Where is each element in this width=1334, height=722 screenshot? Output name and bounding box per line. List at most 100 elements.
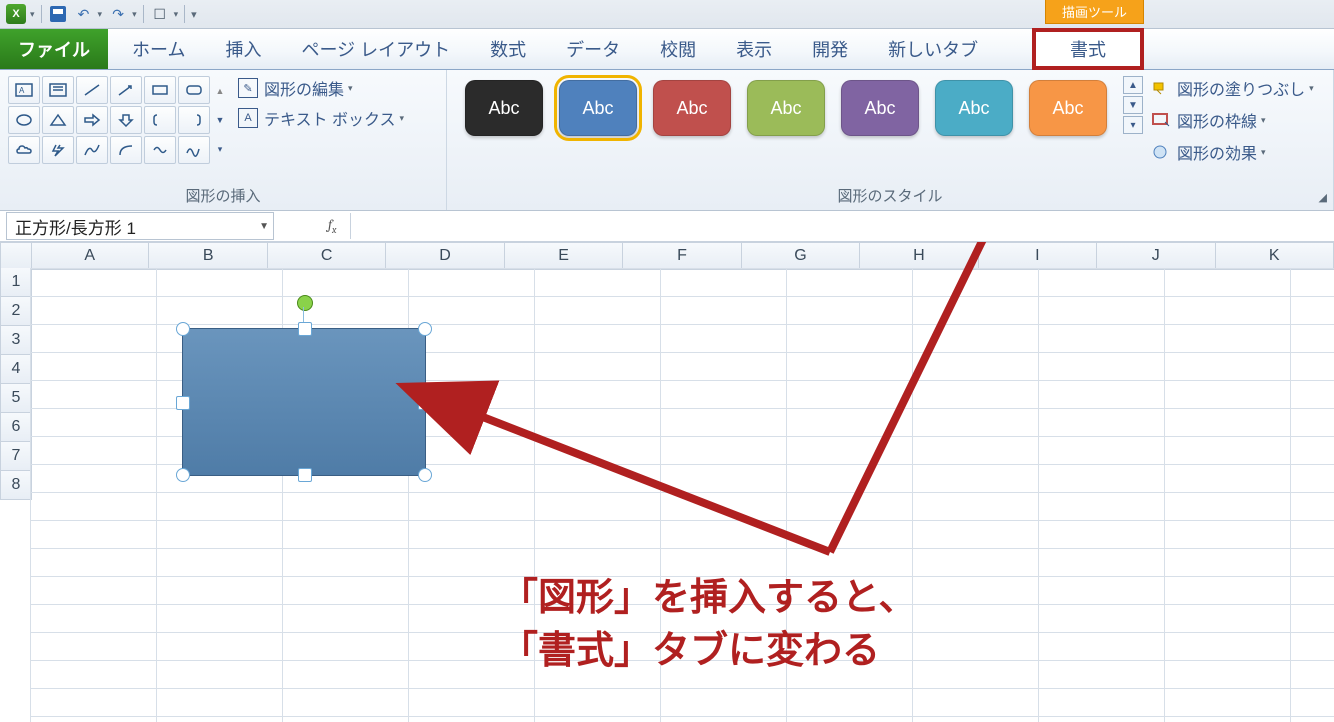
- tab-file[interactable]: ファイル: [0, 29, 108, 69]
- shape-bracket[interactable]: [144, 106, 176, 134]
- tab-home[interactable]: ホーム: [112, 29, 205, 69]
- row-header[interactable]: 5: [0, 384, 32, 413]
- shape-style-swatch[interactable]: Abc: [559, 80, 637, 136]
- row-header[interactable]: 2: [0, 297, 32, 326]
- resize-handle-w[interactable]: [176, 396, 190, 410]
- tab-formulas[interactable]: 数式: [470, 29, 546, 69]
- shape-style-swatch[interactable]: Abc: [935, 80, 1013, 136]
- gallery-more-button[interactable]: ▾: [1123, 116, 1143, 134]
- tab-page-layout[interactable]: ページ レイアウト: [281, 29, 470, 69]
- separator: [143, 5, 144, 23]
- column-header[interactable]: E: [505, 242, 623, 270]
- redo-dropdown-icon[interactable]: ▾: [132, 9, 137, 20]
- row-header[interactable]: 7: [0, 442, 32, 471]
- redo-button[interactable]: ↷: [108, 4, 128, 24]
- shape-arc[interactable]: [110, 136, 142, 164]
- gallery-scroll: ▲ ▼ ▾: [1123, 76, 1143, 134]
- shape-triangle[interactable]: [42, 106, 74, 134]
- tab-review[interactable]: 校閲: [640, 29, 716, 69]
- shape-style-swatch[interactable]: Abc: [1029, 80, 1107, 136]
- shape-scribble[interactable]: [178, 136, 210, 164]
- shape-rect[interactable]: [144, 76, 176, 104]
- shape-style-swatch[interactable]: Abc: [841, 80, 919, 136]
- tab-insert[interactable]: 挿入: [205, 29, 281, 69]
- column-header[interactable]: K: [1216, 242, 1334, 270]
- shape-right-arrow[interactable]: [76, 106, 108, 134]
- shape-line[interactable]: [76, 76, 108, 104]
- chevron-down-icon: ▾: [1309, 83, 1314, 94]
- resize-handle-n[interactable]: [298, 322, 312, 336]
- column-header[interactable]: G: [742, 242, 860, 270]
- shape-outline-button[interactable]: 図形の枠線 ▾: [1151, 108, 1314, 132]
- tab-data[interactable]: データ: [546, 29, 640, 69]
- fx-icon[interactable]: fx: [328, 216, 336, 236]
- column-header[interactable]: F: [623, 242, 741, 270]
- shape-style-swatch[interactable]: Abc: [747, 80, 825, 136]
- select-all-corner[interactable]: [0, 242, 32, 270]
- undo-dropdown-icon[interactable]: ▾: [98, 9, 103, 20]
- gallery-scroll-up[interactable]: ▲: [1123, 76, 1143, 94]
- column-header[interactable]: I: [979, 242, 1097, 270]
- resize-handle-e[interactable]: [418, 396, 432, 410]
- shape-fill-button[interactable]: 図形の塗りつぶし ▾: [1151, 76, 1314, 100]
- qat-dropdown-icon[interactable]: ▾: [30, 9, 35, 20]
- row-header[interactable]: 1: [0, 268, 32, 297]
- formula-input[interactable]: [350, 213, 1334, 239]
- row-header[interactable]: 6: [0, 413, 32, 442]
- shape-curve[interactable]: [76, 136, 108, 164]
- separator: [184, 5, 185, 23]
- shapes-scroll-down[interactable]: ▼: [212, 115, 228, 125]
- resize-handle-ne[interactable]: [418, 322, 432, 336]
- shape-down-arrow[interactable]: [110, 106, 142, 134]
- resize-handle-se[interactable]: [418, 468, 432, 482]
- shapes-more[interactable]: ▾: [212, 144, 228, 155]
- qat-extra-button[interactable]: ☐: [150, 4, 170, 24]
- tab-view[interactable]: 表示: [716, 29, 792, 69]
- column-header[interactable]: B: [149, 242, 267, 270]
- formula-bar: 正方形/長方形 1 ▼ fx: [0, 211, 1334, 242]
- shape-style-swatch[interactable]: Abc: [653, 80, 731, 136]
- rotation-handle[interactable]: [297, 295, 313, 311]
- column-header[interactable]: C: [268, 242, 386, 270]
- shape-rounded-rect[interactable]: [178, 76, 210, 104]
- row-header[interactable]: 4: [0, 355, 32, 384]
- qat-extra-dropdown-icon[interactable]: ▾: [174, 9, 179, 20]
- resize-handle-sw[interactable]: [176, 468, 190, 482]
- qat-customize-icon[interactable]: ▾: [191, 8, 197, 21]
- tab-format[interactable]: 書式: [1032, 28, 1144, 70]
- text-box-button[interactable]: A テキスト ボックス ▾: [238, 106, 404, 130]
- edit-shape-button[interactable]: ✎ 図形の編集 ▾: [238, 76, 404, 100]
- column-header[interactable]: H: [860, 242, 978, 270]
- shape-freeform[interactable]: [144, 136, 176, 164]
- shape-oval[interactable]: [8, 106, 40, 134]
- shape-effects-button[interactable]: 図形の効果 ▾: [1151, 140, 1314, 164]
- inserted-rectangle-shape[interactable]: [182, 328, 426, 476]
- name-box[interactable]: 正方形/長方形 1 ▼: [6, 212, 274, 240]
- shape-brace[interactable]: [178, 106, 210, 134]
- svg-text:A: A: [19, 86, 25, 95]
- text-box-icon: A: [238, 108, 258, 128]
- name-box-dropdown-icon[interactable]: ▼: [259, 221, 269, 232]
- column-header[interactable]: D: [386, 242, 504, 270]
- shape-style-swatch[interactable]: Abc: [465, 80, 543, 136]
- tab-new[interactable]: 新しいタブ: [868, 29, 998, 69]
- shape-arrow-line[interactable]: [110, 76, 142, 104]
- column-header[interactable]: J: [1097, 242, 1215, 270]
- shape-lightning[interactable]: [42, 136, 74, 164]
- resize-handle-s[interactable]: [298, 468, 312, 482]
- worksheet[interactable]: ABCDEFGHIJK 12345678 「図形」を挿入すると、 「書式」タブに…: [0, 242, 1334, 722]
- shape-textbox-vert[interactable]: [42, 76, 74, 104]
- save-button[interactable]: [48, 4, 68, 24]
- shapes-scroll-up[interactable]: ▲: [212, 86, 228, 96]
- shape-textbox[interactable]: A: [8, 76, 40, 104]
- tab-dev[interactable]: 開発: [792, 29, 868, 69]
- row-header[interactable]: 3: [0, 326, 32, 355]
- gallery-scroll-down[interactable]: ▼: [1123, 96, 1143, 114]
- dialog-launcher-icon[interactable]: ◢: [1319, 191, 1327, 204]
- row-headers: 12345678: [0, 268, 32, 500]
- shape-cloud[interactable]: [8, 136, 40, 164]
- column-header[interactable]: A: [30, 242, 149, 270]
- resize-handle-nw[interactable]: [176, 322, 190, 336]
- row-header[interactable]: 8: [0, 471, 32, 500]
- undo-button[interactable]: ↶: [74, 4, 94, 24]
